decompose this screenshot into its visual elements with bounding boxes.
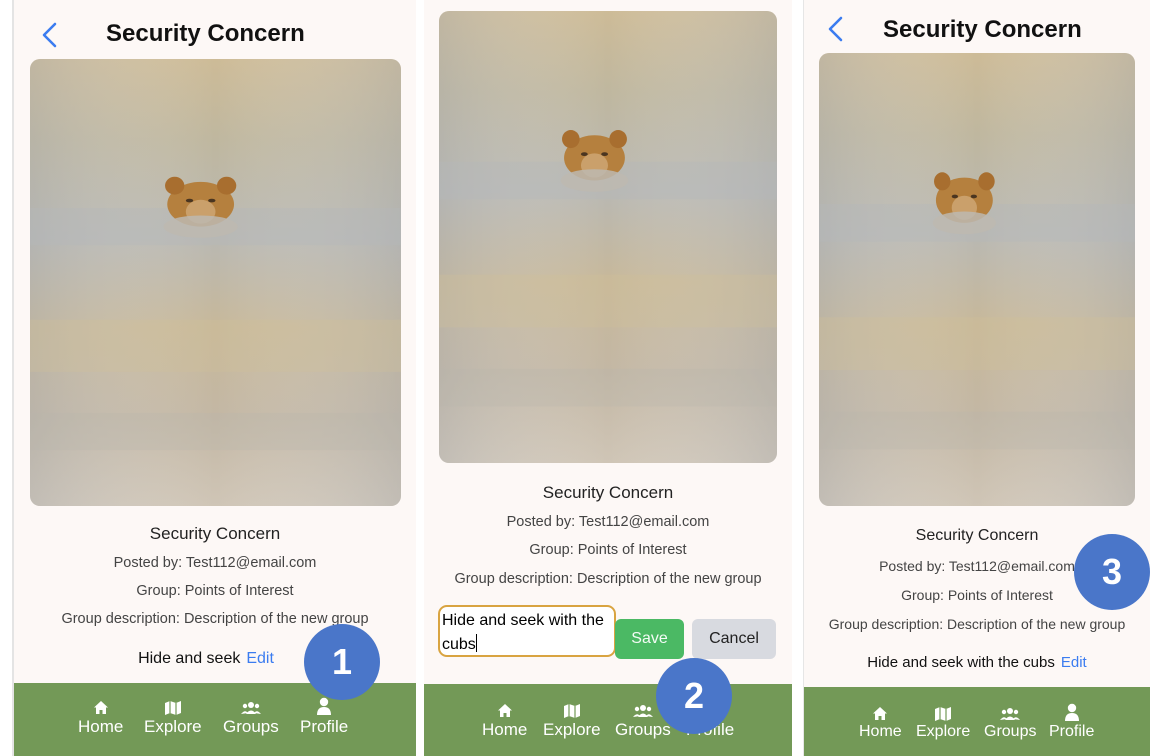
post-image — [439, 11, 777, 463]
tab-label: Groups — [984, 723, 1037, 740]
tab-explore[interactable]: Explore — [144, 697, 202, 737]
back-chevron-icon[interactable] — [40, 22, 58, 48]
groups-icon — [632, 700, 653, 718]
tab-label: Explore — [916, 723, 971, 740]
screenshot-stage: Security Concern Security Concern Posted… — [0, 0, 1158, 756]
description-input[interactable]: Hide and seek with the cubs — [438, 605, 616, 657]
group-name: Group: Points of Interest — [136, 583, 294, 599]
home-icon — [497, 700, 513, 718]
save-button[interactable]: Save — [615, 619, 684, 659]
groups-icon — [1000, 703, 1021, 721]
tab-label: Profile — [1049, 723, 1095, 740]
group-description: Group description: Description of the ne… — [454, 571, 762, 587]
input-text-line: Hide and seek with the — [442, 612, 604, 629]
home-icon — [872, 703, 888, 721]
post-title: Security Concern — [542, 483, 674, 502]
tab-home[interactable]: Home — [78, 697, 123, 737]
tab-label: Groups — [615, 720, 671, 739]
post-info: Security Concern — [14, 524, 416, 544]
tab-bar: Home Explore Groups Profile — [424, 684, 792, 756]
tab-label: Profile — [300, 717, 349, 736]
home-icon — [93, 697, 109, 715]
panel-updated-post: Security Concern Security Concern Posted… — [803, 0, 1150, 756]
posted-by: Posted by: Test112@email.com — [506, 514, 710, 530]
tab-explore[interactable]: Explore — [543, 700, 601, 740]
post-image — [819, 53, 1135, 506]
tab-bar: Home Explore Groups Profile — [804, 687, 1150, 756]
post-description: Hide and seek with the cubs — [867, 654, 1055, 671]
cancel-button[interactable]: Cancel — [692, 619, 776, 659]
group-description: Group description: Description of the ne… — [828, 616, 1126, 632]
panel-view-post: Security Concern Security Concern Posted… — [12, 0, 416, 756]
groups-icon — [240, 697, 261, 715]
back-chevron-icon[interactable] — [826, 16, 844, 42]
step-badge: 3 — [1074, 534, 1150, 610]
tab-explore[interactable]: Explore — [916, 703, 970, 741]
tab-groups[interactable]: Groups — [984, 703, 1036, 741]
tab-groups[interactable]: Groups — [223, 697, 279, 737]
tab-home[interactable]: Home — [859, 703, 902, 741]
page-title: Security Concern — [883, 16, 1082, 43]
map-icon — [934, 703, 952, 721]
post-description-row: Hide and seek with the cubs Edit — [804, 654, 1150, 671]
input-text-line: cubs — [442, 634, 477, 653]
post-image — [30, 59, 401, 506]
group-name: Group: Points of Interest — [529, 542, 687, 558]
text-caret — [475, 634, 477, 652]
step-badge: 1 — [304, 624, 380, 700]
step-badge: 2 — [656, 658, 732, 734]
tab-label: Home — [482, 720, 528, 739]
edit-link[interactable]: Edit — [246, 650, 274, 667]
post-description: Hide and seek — [138, 650, 241, 667]
page-title: Security Concern — [106, 20, 305, 47]
tab-label: Explore — [543, 720, 601, 739]
tab-profile[interactable]: Profile — [1049, 701, 1094, 741]
edit-link[interactable]: Edit — [1061, 654, 1087, 671]
tab-label: Explore — [144, 717, 202, 736]
tab-profile[interactable]: Profile — [300, 695, 348, 737]
tab-label: Groups — [223, 717, 279, 736]
tab-label: Home — [859, 723, 902, 740]
panel-edit-post: Security Concern Posted by: Test112@emai… — [424, 0, 792, 756]
map-icon — [164, 697, 182, 715]
map-icon — [563, 700, 581, 718]
posted-by: Posted by: Test112@email.com — [113, 555, 317, 571]
tab-home[interactable]: Home — [482, 700, 527, 740]
group-description: Group description: Description of the ne… — [61, 611, 369, 627]
tab-label: Home — [78, 717, 124, 736]
post-title: Security Concern — [149, 524, 281, 543]
profile-icon — [1064, 701, 1080, 721]
